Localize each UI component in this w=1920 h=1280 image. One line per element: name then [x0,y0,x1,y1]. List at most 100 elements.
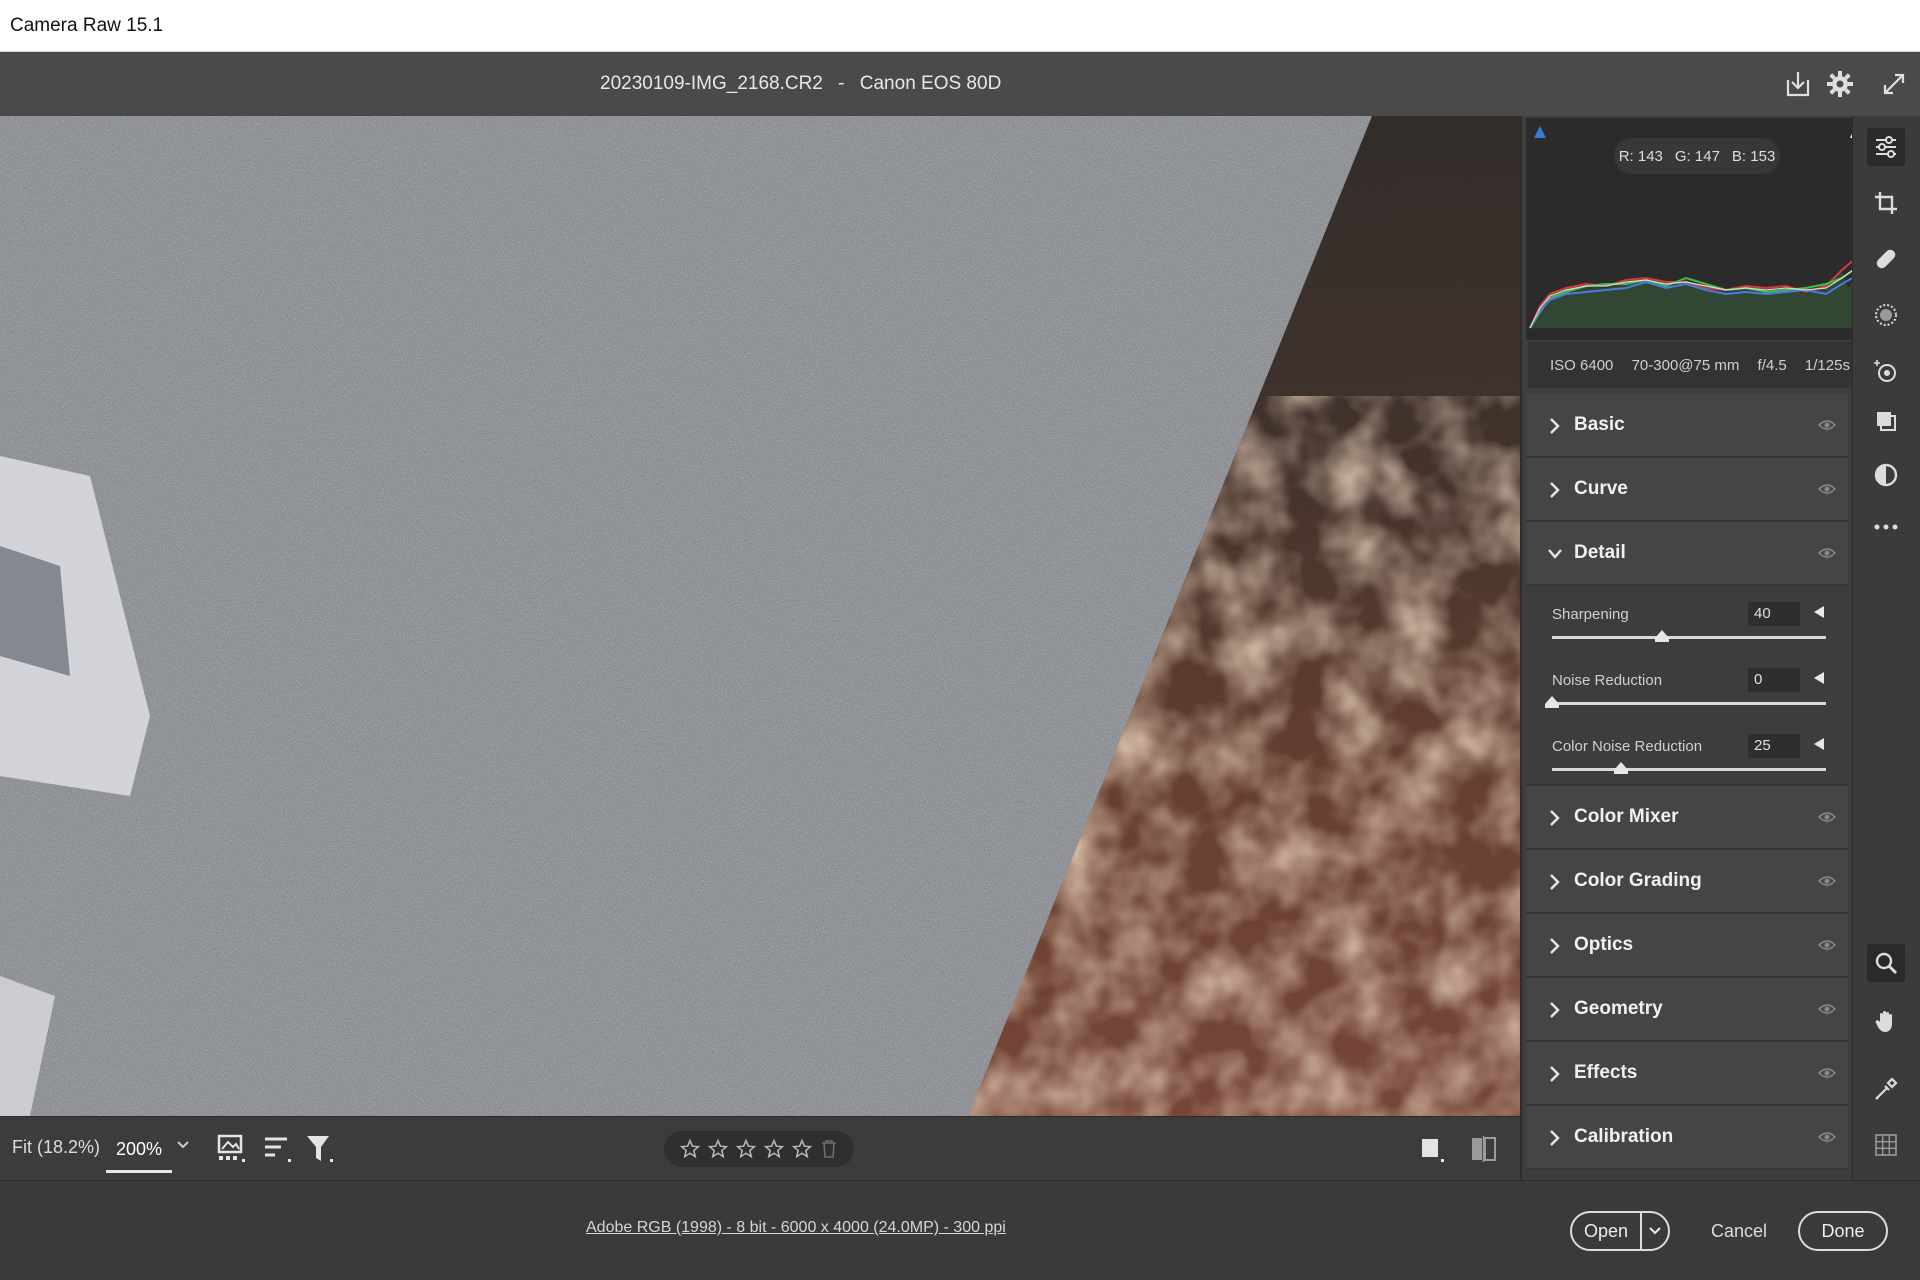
section-calibration[interactable]: Calibration [1526,1106,1848,1170]
sharpening-slider-track[interactable] [1552,636,1826,639]
section-curve[interactable]: Curve [1526,458,1848,522]
section-basic[interactable]: Basic [1526,394,1848,458]
single-view-icon[interactable] [1418,1133,1450,1165]
section-optics[interactable]: Optics [1526,914,1848,978]
chevron-right-icon [1550,874,1560,890]
iso-value: ISO 6400 [1550,356,1614,374]
filter-icon[interactable] [304,1133,336,1165]
trash-icon[interactable] [820,1139,838,1159]
star-rating[interactable] [664,1131,854,1167]
photo-preview [0,116,1520,1116]
window-title: Camera Raw 15.1 [10,14,164,36]
eye-icon[interactable] [1818,810,1836,824]
color-noise-reduction-value-field[interactable]: 25 [1748,734,1800,758]
camera-model: Canon EOS 80D [859,73,1002,94]
star-icon[interactable] [763,1138,785,1159]
snapshots-icon[interactable] [1867,402,1905,440]
star-icon[interactable] [679,1138,701,1159]
exif-info: ISO 6400 70-300@75 mm f/4.5 1/125s [1528,342,1872,388]
shadow-clipping-icon[interactable] [1532,124,1548,140]
sharpening-slider-thumb[interactable] [1654,630,1669,642]
noise-reduction-slider-row: Noise Reduction 0 [1545,666,1838,726]
section-title: Color Grading [1574,870,1702,891]
noise-reduction-label: Noise Reduction [1552,672,1663,689]
aperture-value: f/4.5 [1757,356,1787,374]
reset-triangle-icon[interactable] [1812,670,1826,686]
zoom-fit-button[interactable]: Fit (18.2%) [12,1137,100,1158]
section-detail[interactable]: Detail [1526,522,1848,586]
workflow-options-link[interactable]: Adobe RGB (1998) - 8 bit - 6000 x 4000 (… [586,1219,1006,1237]
sharpening-value-field[interactable]: 40 [1748,602,1800,626]
chevron-right-icon [1550,1130,1560,1146]
grid-overlay-icon[interactable] [1867,1126,1905,1164]
eye-icon[interactable] [1818,1066,1836,1080]
open-button-label[interactable]: Open [1572,1213,1642,1249]
histogram-graph [1529,241,1866,329]
open-button[interactable]: Open [1570,1211,1670,1251]
star-icon[interactable] [791,1138,813,1159]
color-noise-reduction-slider-track[interactable] [1552,768,1826,771]
star-icon[interactable] [735,1138,757,1159]
filename: 20230109-IMG_2168.CR2 [600,73,823,94]
hand-icon[interactable] [1867,1002,1905,1040]
eye-icon[interactable] [1818,1130,1836,1144]
noise-reduction-slider-track[interactable] [1552,702,1826,705]
before-after-icon[interactable] [1468,1133,1500,1165]
chevron-right-icon [1550,482,1560,498]
edit-sliders-icon[interactable] [1867,128,1905,166]
eye-icon[interactable] [1818,418,1836,432]
done-button[interactable]: Done [1798,1211,1888,1251]
chevron-down-icon [1548,549,1562,559]
detail-panel-body: Sharpening 40 Noise Reduction 0 Color No… [1526,586,1848,786]
section-color-mixer[interactable]: Color Mixer [1526,786,1848,850]
color-noise-reduction-slider-thumb[interactable] [1613,762,1628,774]
presets-icon[interactable] [1867,456,1905,494]
cancel-button[interactable]: Cancel [1706,1211,1772,1251]
reset-triangle-icon[interactable] [1812,736,1826,752]
reset-triangle-icon[interactable] [1812,604,1826,620]
open-options-chevron-icon[interactable] [1642,1224,1668,1238]
healing-icon[interactable] [1867,240,1905,278]
more-icon[interactable] [1867,508,1905,546]
eye-icon[interactable] [1818,482,1836,496]
section-title: Color Mixer [1574,806,1679,827]
eye-icon[interactable] [1818,546,1836,560]
zoom-dropdown-chevron-icon[interactable] [176,1137,194,1161]
save-icon[interactable] [1780,66,1816,102]
masking-icon[interactable] [1867,296,1905,334]
sharpening-label: Sharpening [1552,606,1629,623]
star-icon[interactable] [707,1138,729,1159]
color-sampler-icon[interactable] [1867,1070,1905,1108]
filmstrip-icon[interactable] [216,1133,248,1165]
zoom-icon[interactable] [1867,944,1905,982]
section-color-grading[interactable]: Color Grading [1526,850,1848,914]
eye-icon[interactable] [1818,938,1836,952]
crop-icon[interactable] [1867,184,1905,222]
section-title: Basic [1574,414,1625,435]
settings-gear-icon[interactable] [1822,66,1858,102]
chevron-right-icon [1550,938,1560,954]
section-title: Optics [1574,934,1634,955]
fullscreen-icon[interactable] [1876,66,1912,102]
section-effects[interactable]: Effects [1526,1042,1848,1106]
image-preview-canvas[interactable] [0,116,1520,1116]
sort-icon[interactable] [262,1133,294,1165]
sharpening-slider-row: Sharpening 40 [1548,600,1838,660]
section-geometry[interactable]: Geometry [1526,978,1848,1042]
g-value: G: 147 [1674,147,1720,165]
section-title: Detail [1574,542,1626,563]
red-eye-icon[interactable] [1867,352,1905,390]
section-title: Effects [1574,1062,1638,1083]
shutter-value: 1/125s [1804,356,1850,374]
noise-reduction-slider-thumb[interactable] [1545,696,1559,708]
chevron-right-icon [1550,810,1560,826]
eye-icon[interactable] [1818,874,1836,888]
r-value: R: 143 [1618,147,1663,165]
camera-raw-window: Camera Raw 15.1 20230109-IMG_2168.CR2 - … [0,0,1920,1280]
noise-reduction-value-field[interactable]: 0 [1748,668,1800,692]
chevron-right-icon [1550,1002,1560,1018]
section-title: Geometry [1574,998,1663,1019]
b-value: B: 153 [1731,147,1776,165]
zoom-200-button[interactable]: 200% [106,1129,172,1173]
eye-icon[interactable] [1818,1002,1836,1016]
